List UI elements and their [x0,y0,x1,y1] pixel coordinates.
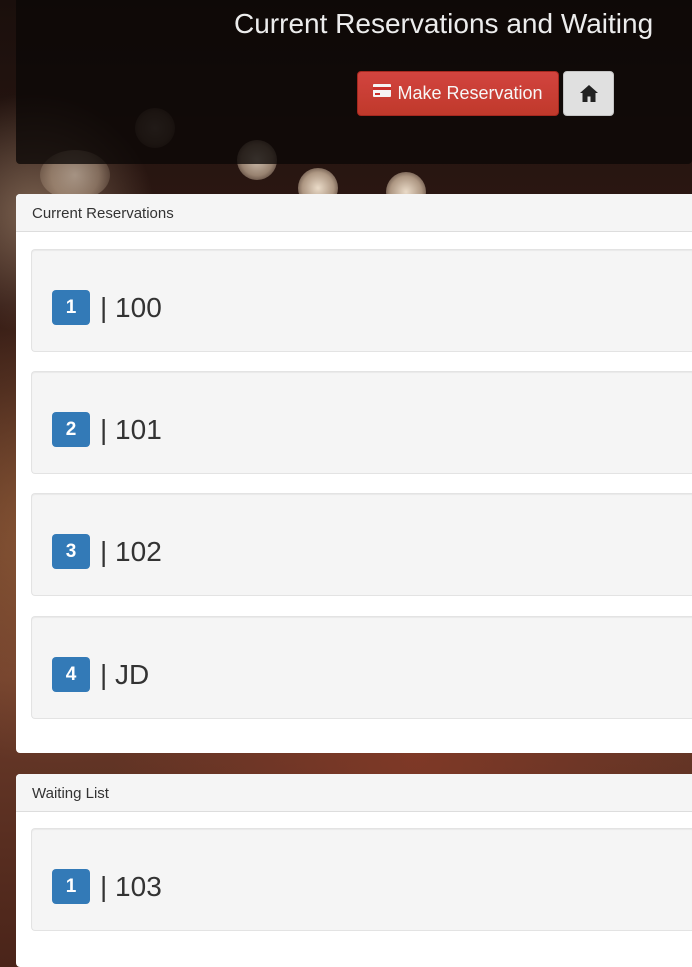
waiting-list-panel: Waiting List 1 | 103 [16,774,692,967]
home-button[interactable] [563,71,614,116]
reservation-number-badge: 4 [52,657,90,692]
current-reservations-heading: Current Reservations [16,194,692,232]
reservation-label: | 101 [100,413,162,445]
reservation-label: | 102 [100,535,162,567]
make-reservation-button[interactable]: Make Reservation [357,71,559,116]
home-icon [579,85,598,102]
waiting-item[interactable]: 1 | 103 [31,828,692,931]
reservation-label: | JD [100,658,150,690]
waiting-list-heading: Waiting List [16,774,692,812]
reservation-item[interactable]: 1 | 100 [31,249,692,352]
current-reservations-panel: Current Reservations 1 | 100 2 | 101 3 |… [16,194,692,753]
waiting-label: | 103 [100,870,162,902]
reservation-item[interactable]: 3 | 102 [31,493,692,596]
reservation-number-badge: 1 [52,290,90,325]
page-title: Current Reservations and Waiting [234,8,654,39]
credit-card-icon [373,84,392,97]
reservation-label: | 100 [100,291,162,323]
make-reservation-label: Make Reservation [397,83,543,103]
waiting-number-badge: 1 [52,869,90,904]
reservation-number-badge: 3 [52,534,90,569]
reservation-number-badge: 2 [52,412,90,447]
reservation-item[interactable]: 4 | JD [31,616,692,719]
reservation-item[interactable]: 2 | 101 [31,371,692,474]
